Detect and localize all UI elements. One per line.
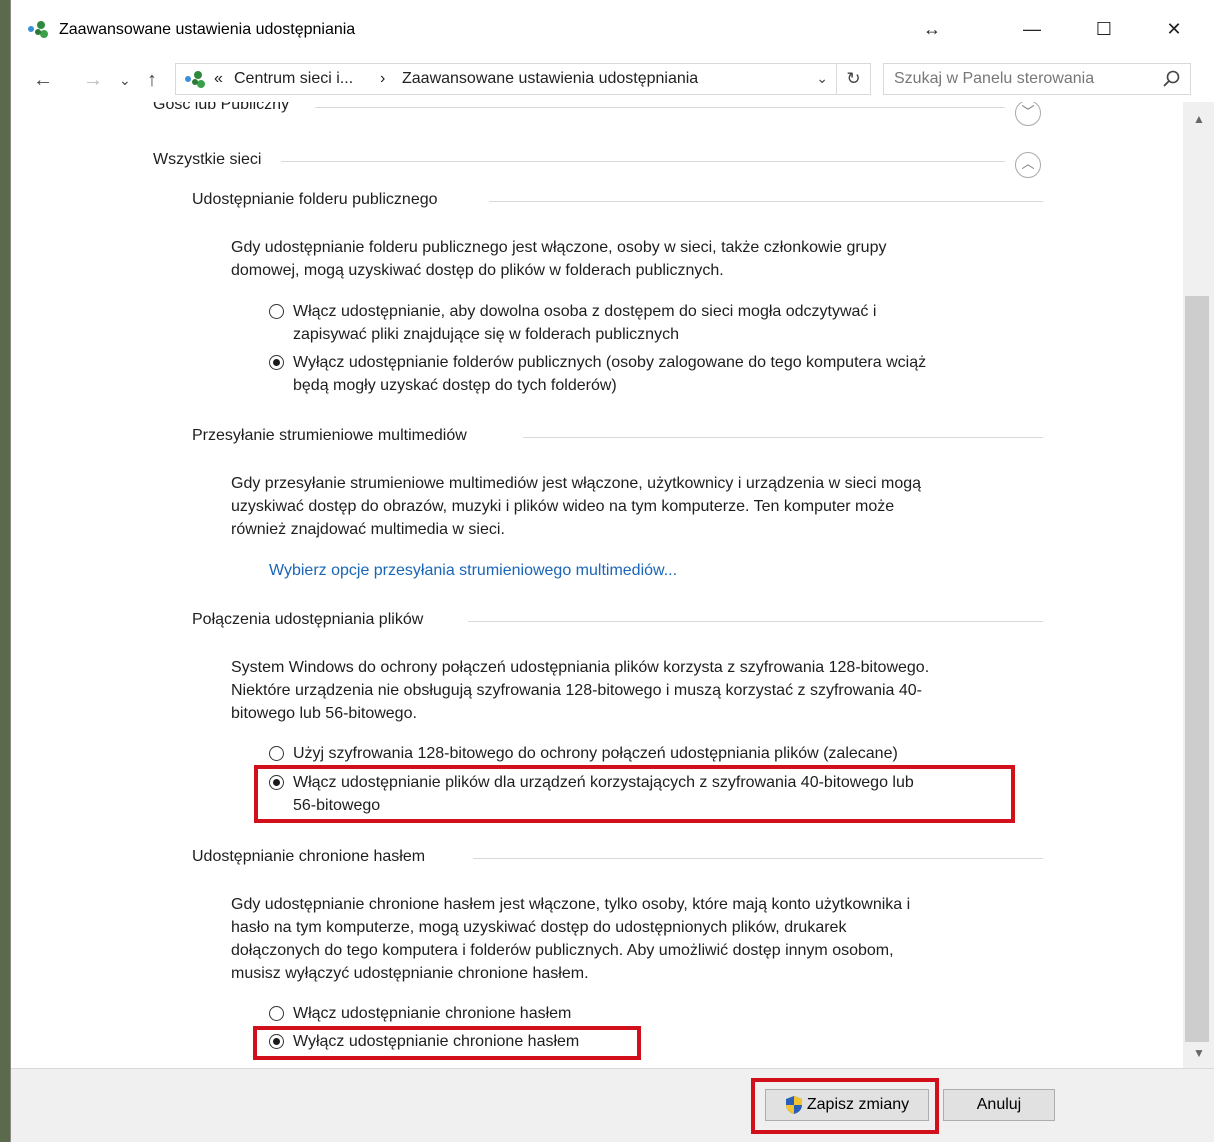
section-all-networks-title[interactable]: Wszystkie sieci bbox=[153, 151, 261, 169]
scrollbar-thumb[interactable] bbox=[1185, 296, 1209, 1042]
chevron-up-icon[interactable]: ︿ bbox=[1015, 152, 1041, 178]
divider bbox=[315, 107, 1005, 108]
public-folder-option-enable[interactable]: Włącz udostępnianie, aby dowolna osoba z… bbox=[269, 300, 1049, 346]
chevron-down-icon[interactable]: ﹀ bbox=[1015, 102, 1041, 126]
breadcrumb-overflow-button[interactable]: « bbox=[214, 70, 223, 88]
cancel-button[interactable]: Anuluj bbox=[943, 1089, 1055, 1121]
up-button[interactable]: ↑ bbox=[147, 68, 157, 92]
minimize-button[interactable]: — bbox=[1017, 14, 1047, 44]
address-dropdown-button[interactable]: ⌄ bbox=[816, 70, 828, 87]
password-option-enable[interactable]: Włącz udostępnianie chronione hasłem bbox=[269, 1002, 669, 1025]
close-button[interactable]: ✕ bbox=[1159, 14, 1189, 44]
highlight-box bbox=[253, 1026, 641, 1060]
breadcrumb-separator[interactable]: › bbox=[380, 70, 385, 88]
public-folder-heading: Udostępnianie folderu publicznego bbox=[192, 191, 438, 208]
media-streaming-options-link[interactable]: Wybierz opcje przesyłania strumieniowego… bbox=[269, 562, 677, 580]
vertical-scrollbar[interactable]: ▲ ▼ bbox=[1183, 102, 1214, 1068]
search-icon[interactable] bbox=[1162, 69, 1182, 89]
breadcrumb-advanced-sharing[interactable]: Zaawansowane ustawienia udostępniania bbox=[402, 70, 698, 88]
media-streaming-heading: Przesyłanie strumieniowe multimediów bbox=[192, 427, 467, 444]
radio-button[interactable] bbox=[269, 746, 284, 761]
search-input[interactable]: Szukaj w Panelu sterowania bbox=[894, 70, 1094, 88]
radio-button[interactable] bbox=[269, 304, 284, 319]
media-streaming-description: Gdy przesyłanie strumieniowe multimediów… bbox=[231, 475, 922, 538]
scroll-down-arrow-icon[interactable]: ▼ bbox=[1193, 1046, 1205, 1060]
maximize-button[interactable]: ☐ bbox=[1089, 14, 1119, 44]
divider bbox=[489, 201, 1043, 202]
scroll-up-arrow-icon[interactable]: ▲ bbox=[1193, 112, 1205, 126]
title-bar: Zaawansowane ustawienia udostępniania ↔ … bbox=[11, 0, 1214, 60]
breadcrumb-network-center[interactable]: Centrum sieci i... bbox=[234, 70, 353, 88]
resize-icon: ↔ bbox=[923, 19, 941, 39]
public-folder-option-disable[interactable]: Wyłącz udostępnianie folderów publicznyc… bbox=[269, 351, 1049, 397]
advanced-sharing-window: Zaawansowane ustawienia udostępniania ↔ … bbox=[10, 0, 1214, 1142]
address-bar[interactable]: « Centrum sieci i... › Zaawansowane usta… bbox=[175, 63, 837, 95]
public-folder-description: Gdy udostępnianie folderu publicznego je… bbox=[231, 239, 887, 279]
divider bbox=[281, 161, 1005, 162]
forward-button[interactable]: → bbox=[83, 68, 103, 92]
highlight-box bbox=[254, 765, 1015, 823]
divider bbox=[473, 858, 1043, 859]
window-title: Zaawansowane ustawienia udostępniania bbox=[59, 21, 356, 38]
footer-bar: Zapisz zmiany Anuluj bbox=[11, 1068, 1214, 1142]
radio-button[interactable] bbox=[269, 1006, 284, 1021]
search-box[interactable]: Szukaj w Panelu sterowania bbox=[883, 63, 1191, 95]
password-sharing-heading: Udostępnianie chronione hasłem bbox=[192, 848, 426, 865]
network-icon bbox=[28, 21, 48, 38]
recent-locations-button[interactable]: ⌄ bbox=[119, 68, 131, 92]
back-button[interactable]: ← bbox=[33, 68, 53, 92]
settings-content: Gość lub Publiczny ﹀ Wszystkie sieci ︿ U… bbox=[11, 102, 1183, 1068]
file-sharing-option-128bit[interactable]: Użyj szyfrowania 128-bitowego do ochrony… bbox=[269, 742, 1029, 765]
network-icon bbox=[185, 71, 205, 88]
highlight-box bbox=[751, 1078, 939, 1134]
file-sharing-description: System Windows do ochrony połączeń udost… bbox=[231, 659, 930, 722]
section-guest-title[interactable]: Gość lub Publiczny bbox=[153, 102, 289, 114]
divider bbox=[468, 621, 1043, 622]
password-sharing-description: Gdy udostępnianie chronione hasłem jest … bbox=[231, 896, 911, 982]
navigation-bar: ← → ⌄ ↑ « Centrum sieci i... › Zaawansow… bbox=[11, 60, 1214, 102]
radio-button-selected[interactable] bbox=[269, 355, 284, 370]
divider bbox=[523, 437, 1043, 438]
file-sharing-heading: Połączenia udostępniania plików bbox=[192, 611, 424, 628]
refresh-button[interactable]: ↻ bbox=[837, 63, 871, 95]
